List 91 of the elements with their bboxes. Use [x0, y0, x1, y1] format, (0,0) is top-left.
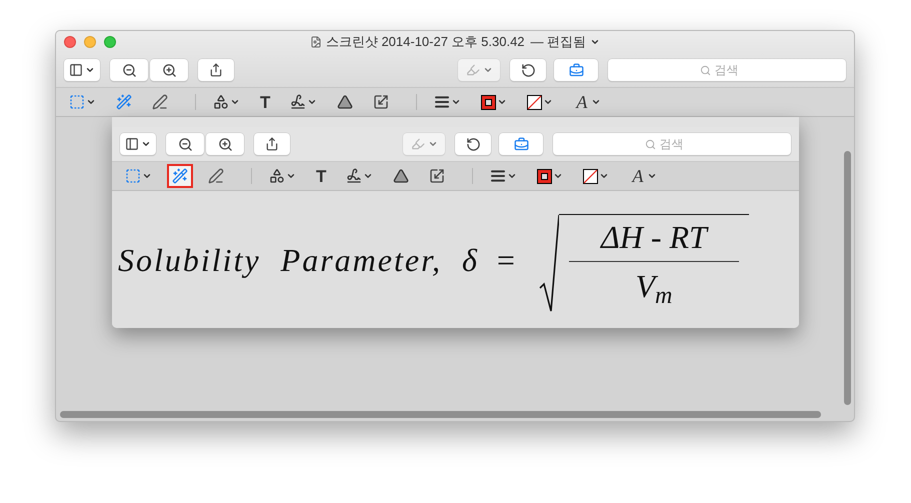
sidebar-icon — [69, 63, 83, 77]
zoom-in-icon — [218, 136, 232, 152]
pen-icon — [208, 168, 224, 184]
highlighter-icon — [466, 63, 480, 77]
share-icon — [209, 63, 223, 77]
text-tool-glyph: T — [316, 168, 326, 184]
rotate-button[interactable] — [510, 59, 546, 81]
zoom-out-icon — [122, 62, 136, 78]
caret-icon — [553, 171, 564, 181]
search-icon — [700, 64, 710, 76]
share-button[interactable] — [198, 59, 234, 81]
share-button[interactable] — [254, 133, 290, 155]
signature-icon — [290, 94, 306, 110]
zoom-out-button[interactable] — [166, 133, 204, 155]
caret-icon — [85, 65, 95, 75]
caret-icon — [142, 171, 152, 181]
shapes-icon — [269, 168, 285, 184]
rotate-icon — [520, 62, 536, 78]
lines-icon — [434, 94, 450, 110]
caret-icon — [230, 97, 240, 107]
selection-icon — [125, 168, 141, 184]
font-glyph: A — [630, 167, 644, 185]
no-fill-icon — [527, 94, 542, 110]
denominator: V$_{m}$ — [635, 266, 672, 306]
caret-icon — [599, 171, 610, 181]
caret-icon — [363, 171, 374, 181]
caret-icon — [307, 97, 318, 107]
zoom-in-button[interactable] — [150, 59, 188, 81]
font-glyph: A — [574, 93, 588, 111]
vertical-scrollbar-thumb[interactable] — [844, 151, 851, 405]
border-color-icon — [481, 94, 496, 110]
horizontal-scrollbar-thumb[interactable] — [60, 411, 821, 418]
zoom-in-icon — [162, 62, 176, 78]
search-field[interactable]: 검색 — [608, 59, 846, 81]
search-icon — [644, 138, 656, 150]
equals-sign: = — [496, 240, 515, 280]
no-fill-icon — [583, 168, 598, 184]
annotation-tool[interactable]: T — [255, 90, 276, 114]
caret-icon — [482, 65, 492, 75]
caret-icon — [428, 139, 438, 149]
sidebar-button[interactable] — [64, 59, 100, 81]
window-title: 스크린샷 2014-10-27 오후 5.30.42 — [326, 33, 525, 52]
zoom-button[interactable] — [104, 36, 116, 48]
resize-icon — [429, 168, 446, 184]
annotation-tool[interactable]: A — [624, 164, 662, 188]
caret-icon — [507, 171, 518, 181]
annotation-tool[interactable]: A — [568, 90, 606, 114]
border-color-icon — [537, 168, 552, 184]
caret-icon — [141, 139, 151, 149]
lines-icon — [490, 168, 506, 184]
close-button[interactable] — [64, 36, 76, 48]
magic-wand-icon — [116, 94, 132, 110]
equation-label: Solubility Parameter, — [118, 240, 442, 280]
prism-icon — [393, 168, 410, 184]
caret-icon — [543, 97, 554, 107]
sidebar-icon — [125, 137, 139, 151]
toolbox-icon — [514, 136, 528, 152]
sidebar-button[interactable] — [120, 133, 156, 155]
selection-icon — [69, 94, 85, 110]
caret-icon — [590, 37, 600, 47]
search-field[interactable]: 검색 — [553, 133, 791, 155]
delta-symbol: δ — [462, 240, 477, 280]
zoom-in-button[interactable] — [206, 133, 244, 155]
numerator: ΔH - RT — [600, 218, 707, 256]
caret-icon — [86, 97, 96, 107]
toolbox-icon — [568, 62, 584, 78]
share-icon — [265, 137, 279, 151]
toolbox-button[interactable] — [554, 59, 598, 81]
pen-icon — [152, 94, 168, 110]
prism-icon — [337, 94, 354, 110]
caret-icon — [647, 171, 658, 181]
caret-icon — [451, 97, 462, 107]
annotation-tool[interactable]: T — [311, 164, 332, 188]
caret-icon — [591, 97, 602, 107]
zoom-out-icon — [178, 136, 192, 152]
signature-icon — [346, 168, 362, 184]
magic-wand-icon — [172, 168, 188, 184]
toolbox-button[interactable] — [499, 133, 543, 155]
edited-status: — 편집됨 — [530, 33, 586, 52]
zoom-out-button[interactable] — [110, 59, 148, 81]
resize-icon — [373, 94, 390, 110]
document-icon — [310, 36, 322, 48]
search-input[interactable]: 검색 — [714, 61, 754, 79]
rotate-button[interactable] — [455, 133, 491, 155]
shapes-icon — [213, 94, 229, 110]
text-tool-glyph: T — [260, 94, 270, 110]
caret-icon — [497, 97, 508, 107]
search-input[interactable]: 검색 — [660, 135, 700, 153]
highlighter-icon — [410, 137, 424, 151]
caret-icon — [286, 171, 296, 181]
rotate-icon — [466, 136, 480, 152]
